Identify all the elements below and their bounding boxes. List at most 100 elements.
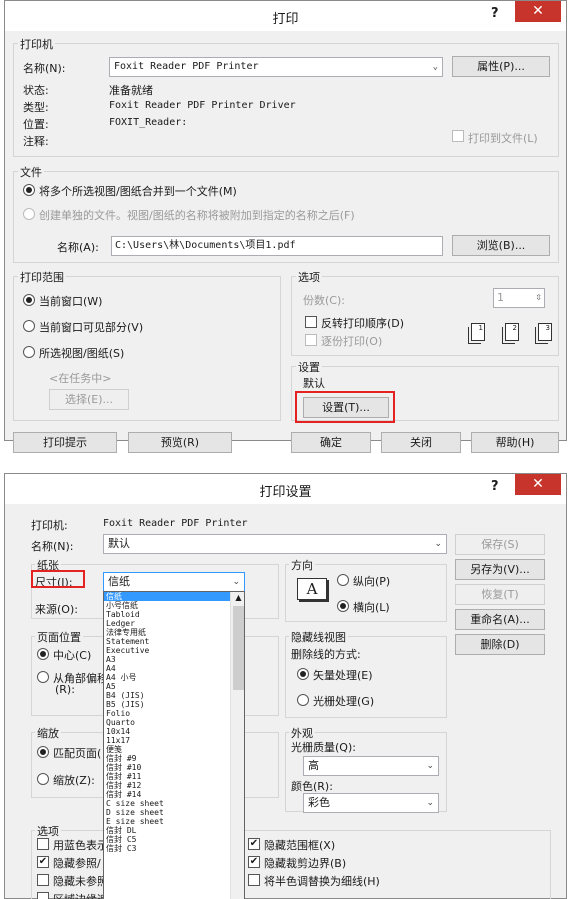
list-item[interactable]: Tabloid xyxy=(104,610,230,619)
printer-select[interactable]: Foxit Reader PDF Printer ⌄ xyxy=(109,57,443,77)
print-tips-button[interactable]: 打印提示 xyxy=(13,432,117,453)
help-icon[interactable]: ? xyxy=(491,479,499,494)
select-button[interactable]: 选择(E)... xyxy=(49,389,129,410)
list-scrollbar[interactable]: ▲ xyxy=(230,592,244,899)
print-to-file-checkbox[interactable] xyxy=(452,130,464,142)
list-item[interactable]: D size sheet xyxy=(104,808,230,817)
separate-radio[interactable] xyxy=(23,208,35,220)
reverse-order-label: 反转打印顺序(D) xyxy=(321,317,405,330)
reverse-order-checkbox[interactable] xyxy=(305,316,317,328)
settings-group-title: 设置 xyxy=(296,359,322,375)
colors-select[interactable]: 彩色 ⌄ xyxy=(303,793,439,813)
list-item[interactable]: 法律专用纸 xyxy=(104,628,230,637)
list-item[interactable]: Ledger xyxy=(104,619,230,628)
save-as-button[interactable]: 另存为(V)... xyxy=(455,559,545,580)
paper-size-list[interactable]: 信纸 小号信纸 Tabloid Ledger 法律专用纸 Statement Executi… xyxy=(103,591,245,899)
portrait-radio[interactable] xyxy=(337,574,349,586)
list-item[interactable]: B4 (JIS) xyxy=(104,691,230,700)
chevron-down-icon: ⌄ xyxy=(434,539,442,549)
scroll-thumb[interactable] xyxy=(233,606,244,690)
opt-region-label: 区域边缘遮 xyxy=(53,891,108,899)
chevron-down-icon: ⌄ xyxy=(232,577,240,587)
orientation-icon: A xyxy=(297,578,327,600)
highlight-box xyxy=(295,391,395,423)
name-label: 名称(N): xyxy=(31,540,74,553)
orientation-group-title: 方向 xyxy=(289,557,315,573)
save-button[interactable]: 保存(S) xyxy=(455,534,545,555)
opt-halftone-checkbox[interactable] xyxy=(248,874,260,886)
paper-size-select[interactable]: 信纸 ⌄ xyxy=(103,572,245,592)
scroll-up-icon[interactable]: ▲ xyxy=(231,592,244,604)
list-item[interactable]: 信封 #10 xyxy=(104,763,230,772)
list-item[interactable]: 10x14 xyxy=(104,727,230,736)
list-item[interactable]: Quarto xyxy=(104,718,230,727)
printer-label: 打印机: xyxy=(31,519,68,532)
list-item[interactable]: Folio xyxy=(104,709,230,718)
landscape-radio[interactable] xyxy=(337,600,349,612)
type-value: Foxit Reader PDF Printer Driver xyxy=(109,100,296,111)
collate-checkbox[interactable] xyxy=(305,334,317,346)
center-radio[interactable] xyxy=(37,648,49,660)
list-item[interactable]: 信封 #9 xyxy=(104,754,230,763)
list-item[interactable]: B5 (JIS) xyxy=(104,700,230,709)
list-item[interactable]: 小号信纸 xyxy=(104,601,230,610)
comment-label: 注释: xyxy=(23,135,49,148)
list-item[interactable]: 信封 DL xyxy=(104,826,230,835)
raster-radio[interactable] xyxy=(297,694,309,706)
opt-region-checkbox[interactable] xyxy=(37,892,49,899)
rename-button[interactable]: 重命名(A)... xyxy=(455,609,545,630)
dialog-title: 打印 xyxy=(272,12,299,27)
opt-hide-ref-checkbox[interactable]: ✔ xyxy=(37,856,49,868)
from-corner-radio[interactable] xyxy=(37,671,49,683)
help-icon[interactable]: ? xyxy=(491,6,499,21)
list-item[interactable]: 信封 C5 xyxy=(104,835,230,844)
list-item[interactable]: 信纸 xyxy=(104,592,230,601)
list-item[interactable]: 信封 #12 xyxy=(104,781,230,790)
visible-part-radio[interactable] xyxy=(23,320,35,332)
portrait-label: 纵向(P) xyxy=(353,575,391,588)
close-icon[interactable]: ✕ xyxy=(515,1,561,22)
close-button[interactable]: 关闭 xyxy=(381,432,461,453)
revert-button[interactable]: 恢复(T) xyxy=(455,584,545,605)
help-button[interactable]: 帮助(H) xyxy=(471,432,559,453)
list-item[interactable]: C size sheet xyxy=(104,799,230,808)
raster-quality-select[interactable]: 高 ⌄ xyxy=(303,756,439,776)
list-item[interactable]: 11x17 xyxy=(104,736,230,745)
fit-to-page-label: 匹配页面( xyxy=(53,747,102,760)
spin-arrows-icon[interactable]: ⇳ xyxy=(535,289,542,307)
opt-blue-checkbox[interactable] xyxy=(37,838,49,850)
merge-radio[interactable] xyxy=(23,184,35,196)
list-item[interactable]: A5 xyxy=(104,682,230,691)
list-item[interactable]: A4 xyxy=(104,664,230,673)
list-item[interactable]: 信封 #14 xyxy=(104,790,230,799)
list-item[interactable]: A4 小号 xyxy=(104,673,230,682)
opt-hide-crop-checkbox[interactable]: ✔ xyxy=(248,856,260,868)
list-item[interactable]: 便笺 xyxy=(104,745,230,754)
list-item[interactable]: Statement xyxy=(104,637,230,646)
print-to-file-label: 打印到文件(L) xyxy=(468,132,538,145)
colors-label: 颜色(R): xyxy=(291,780,333,793)
properties-button[interactable]: 属性(P)... xyxy=(452,56,550,77)
preview-button[interactable]: 预览(R) xyxy=(128,432,232,453)
print-dialog: 打印 ? ✕ 打印机 名称(N): Foxit Reader PDF Print… xyxy=(4,0,567,453)
selected-views-radio[interactable] xyxy=(23,346,35,358)
list-item[interactable]: 信封 C3 xyxy=(104,844,230,853)
copies-spinner[interactable]: 1 ⇳ xyxy=(493,288,545,308)
browse-button[interactable]: 浏览(B)... xyxy=(452,235,550,256)
vector-radio[interactable] xyxy=(297,668,309,680)
zoom-radio[interactable] xyxy=(37,773,49,785)
opt-hide-unref-checkbox[interactable] xyxy=(37,874,49,886)
fit-to-page-radio[interactable] xyxy=(37,746,49,758)
list-item[interactable]: 信封 #11 xyxy=(104,772,230,781)
list-item[interactable]: E size sheet xyxy=(104,817,230,826)
list-item[interactable]: A3 xyxy=(104,655,230,664)
current-window-radio[interactable] xyxy=(23,294,35,306)
ok-button[interactable]: 确定 xyxy=(291,432,371,453)
close-icon[interactable]: ✕ xyxy=(515,474,561,495)
visible-part-label: 当前窗口可见部分(V) xyxy=(39,321,144,334)
opt-hide-scope-checkbox[interactable]: ✔ xyxy=(248,838,260,850)
setting-name-select[interactable]: 默认 ⌄ xyxy=(103,534,447,554)
delete-button[interactable]: 删除(D) xyxy=(455,634,545,655)
list-item[interactable]: Executive xyxy=(104,646,230,655)
filename-input[interactable]: C:\Users\林\Documents\项目1.pdf xyxy=(111,236,443,256)
